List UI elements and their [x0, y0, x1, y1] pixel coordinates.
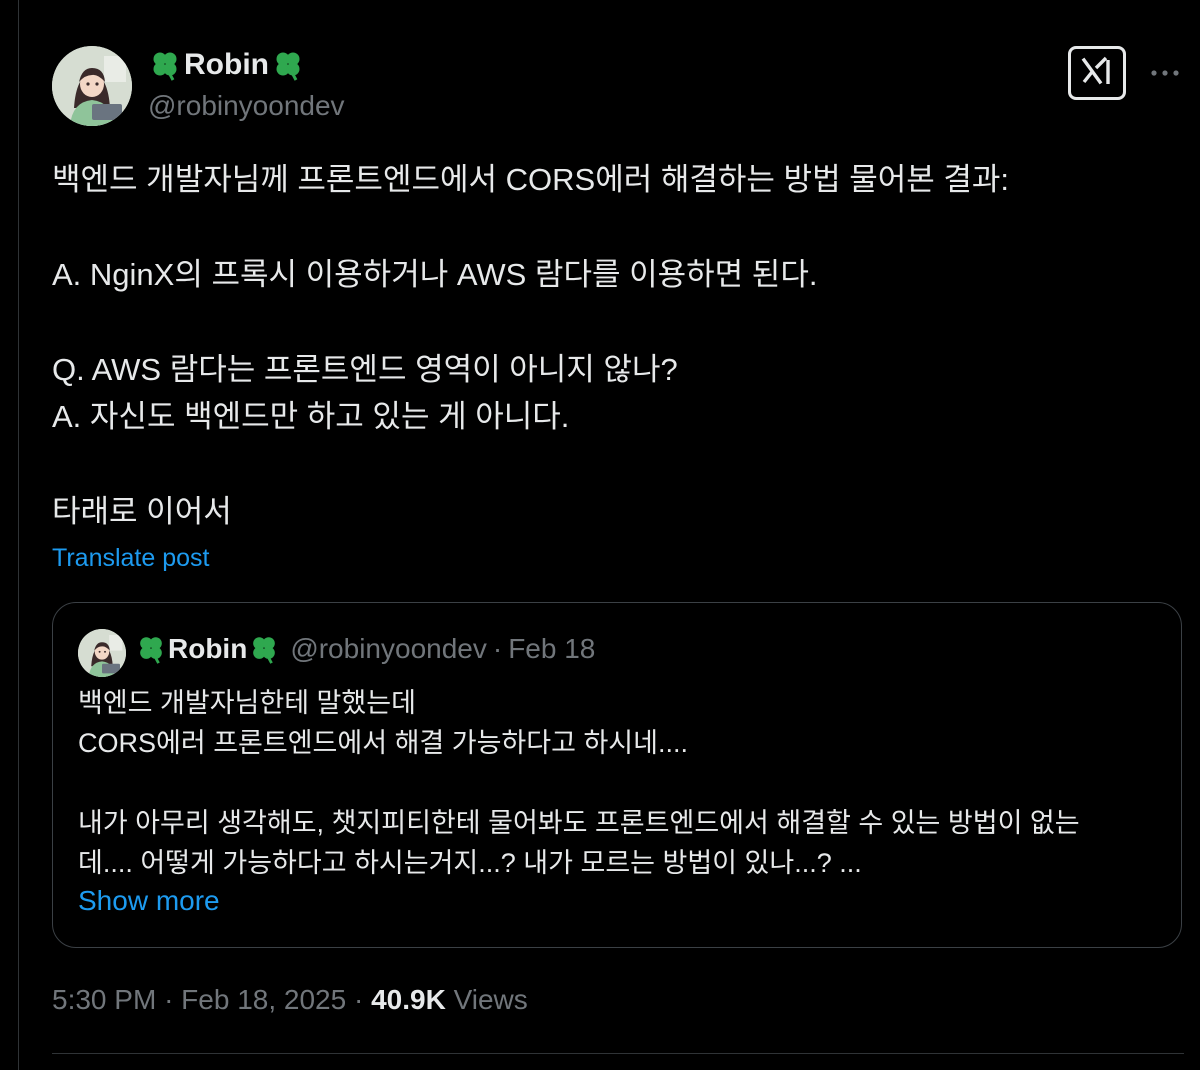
- timeline-left-border: [18, 0, 19, 1070]
- views-count[interactable]: 40.9K: [371, 984, 446, 1015]
- views-label[interactable]: Views: [454, 984, 528, 1015]
- more-dots-icon: [1150, 64, 1180, 82]
- meta-separator: ·: [164, 984, 174, 1015]
- author-handle[interactable]: @robinyoondev: [148, 90, 345, 122]
- translate-post-link[interactable]: Translate post: [52, 544, 209, 573]
- quoted-post-header: Robin @robinyoondev · Feb 18: [135, 633, 595, 665]
- clover-emoji-icon: [148, 48, 182, 82]
- grok-icon: [1078, 54, 1116, 93]
- quoted-post-line: 내가 아무리 생각해도, 챗지피티한테 물어봐도 프론트엔드에서 해결할 수 있…: [78, 808, 1080, 838]
- quoted-author-handle[interactable]: @robinyoondev: [290, 633, 487, 665]
- post-line: 타래로 이어서: [52, 494, 232, 529]
- post-line: 백엔드 개발자님께 프론트엔드에서 CORS에러 해결하는 방법 물어본 결과:: [52, 162, 1010, 197]
- quoted-post-date[interactable]: Feb 18: [508, 633, 595, 665]
- quoted-post-line: 백엔드 개발자님한테 말했는데: [78, 688, 416, 718]
- post-meta: 5:30 PM · Feb 18, 2025 · 40.9K Views: [52, 984, 528, 1016]
- tweet: Robin @robinyoondev 백엔드 개발자님께 프론트엔드에서 CO…: [52, 0, 1184, 1070]
- quoted-post[interactable]: Robin @robinyoondev · Feb 18 백엔드 개발자님한테 …: [52, 602, 1182, 948]
- quoted-header-separator: ·: [492, 633, 503, 664]
- author-display-name[interactable]: Robin: [148, 48, 305, 82]
- post-line: A. NginX의 프록시 이용하거나 AWS 람다를 이용하면 된다.: [52, 257, 818, 292]
- more-button[interactable]: [1148, 56, 1182, 90]
- clover-emoji-icon: [135, 633, 167, 665]
- post-line: Q. AWS 람다는 프론트엔드 영역이 아니지 않나?: [52, 352, 678, 387]
- post-line: A. 자신도 백엔드만 하고 있는 게 아니다.: [52, 399, 570, 434]
- post-time[interactable]: 5:30 PM: [52, 984, 156, 1015]
- author-name-text: Robin: [184, 48, 269, 81]
- clover-emoji-icon: [271, 48, 305, 82]
- quoted-post-blank-line: [78, 763, 1158, 803]
- quoted-author-display-name[interactable]: Robin: [135, 633, 280, 665]
- quoted-post-line: 데.... 어떻게 가능하다고 하시는거지...? 내가 모르는 방법이 있나.…: [78, 848, 862, 878]
- meta-divider: [52, 1053, 1184, 1054]
- meta-separator: ·: [353, 984, 364, 1015]
- author-avatar[interactable]: [52, 46, 132, 126]
- post-date[interactable]: Feb 18, 2025: [181, 984, 346, 1015]
- quoted-post-line: CORS에러 프론트엔드에서 해결 가능하다고 하시네....: [78, 728, 688, 758]
- quoted-author-avatar[interactable]: [78, 629, 126, 677]
- show-more-link[interactable]: Show more: [78, 885, 220, 917]
- post-body: 백엔드 개발자님께 프론트엔드에서 CORS에러 해결하는 방법 물어본 결과:…: [52, 156, 1172, 535]
- grok-button[interactable]: [1068, 46, 1126, 100]
- quoted-post-body: 백엔드 개발자님한테 말했는데 CORS에러 프론트엔드에서 해결 가능하다고 …: [78, 683, 1158, 883]
- quoted-author-name-text: Robin: [168, 633, 248, 664]
- clover-emoji-icon: [248, 633, 280, 665]
